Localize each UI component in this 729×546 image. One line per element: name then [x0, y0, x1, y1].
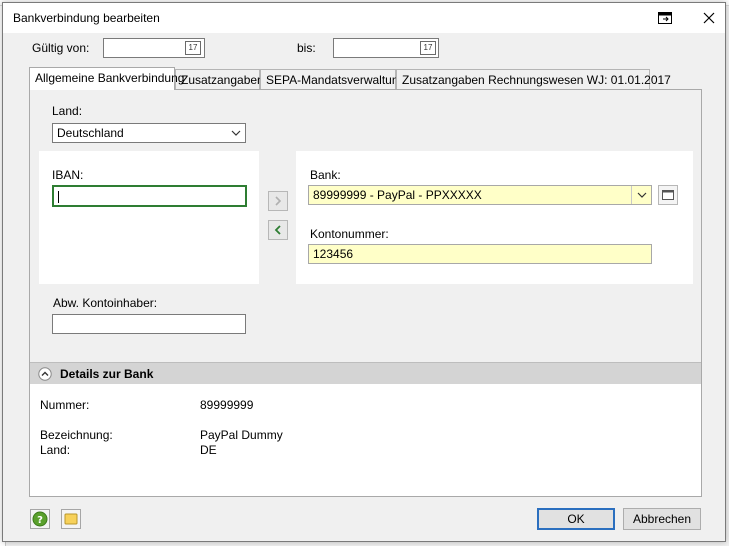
text-cursor: [58, 190, 59, 203]
cancel-button[interactable]: Abbrechen: [623, 508, 701, 530]
help-button[interactable]: ?: [30, 509, 50, 529]
land-select[interactable]: Deutschland: [52, 123, 246, 143]
close-window-button[interactable]: [687, 4, 729, 32]
close-icon: [703, 12, 715, 24]
tab-zusatzangaben-rechnungswesen[interactable]: Zusatzangaben Rechnungswesen WJ: 01.01.2…: [396, 69, 671, 89]
bank-connection-dialog: Bankverbindung bearbeiten Gültig von: 17…: [2, 2, 726, 542]
svg-text:?: ?: [37, 515, 43, 526]
bank-dropdown-button[interactable]: [631, 186, 651, 204]
kontonummer-input[interactable]: 123456: [308, 244, 652, 264]
abw-kontoinhaber-label: Abw. Kontoinhaber:: [53, 296, 158, 310]
tab-label: Zusatzangaben: [181, 73, 264, 87]
bank-lookup-button[interactable]: [658, 185, 678, 205]
transfer-left-button[interactable]: [268, 220, 288, 240]
valid-from-label: Gültig von:: [32, 41, 90, 55]
chevron-down-icon: [637, 192, 646, 198]
chevron-down-icon: [231, 130, 241, 136]
tab-label: Allgemeine Bankverbindung: [35, 71, 185, 85]
chevron-right-icon: [275, 196, 282, 206]
land-value: Deutschland: [57, 126, 124, 140]
tab-panel: Land: Deutschland IBAN: Bank: 89999999 -…: [29, 89, 702, 497]
details-body: Nummer: 89999999 Bezeichnung: PayPal Dum…: [30, 384, 701, 496]
land-label: Land:: [52, 104, 83, 118]
ok-button[interactable]: OK: [537, 508, 615, 530]
detail-value-land: DE: [200, 443, 217, 457]
window-icon: [662, 190, 674, 200]
bank-select[interactable]: 89999999 - PayPal - PPXXXXX: [308, 185, 652, 205]
transfer-right-button[interactable]: [268, 191, 288, 211]
iban-label: IBAN:: [52, 168, 84, 182]
detail-value-nummer: 89999999: [200, 398, 254, 412]
dialog-title: Bankverbindung bearbeiten: [13, 11, 160, 25]
kontonummer-value: 123456: [313, 247, 354, 261]
tab-sepa-mandatsverwaltung[interactable]: SEPA-Mandatsverwaltung: [260, 69, 405, 89]
kontonummer-label: Kontonummer:: [310, 227, 389, 241]
iban-section: IBAN:: [39, 151, 259, 284]
bank-label: Bank:: [310, 168, 341, 182]
title-bar: Bankverbindung bearbeiten: [3, 3, 725, 33]
detail-value-bezeichnung: PayPal Dummy: [200, 428, 283, 442]
tab-allgemeine-bankverbindung[interactable]: Allgemeine Bankverbindung: [29, 67, 184, 90]
restore-window-button[interactable]: [643, 4, 687, 32]
details-title: Details zur Bank: [60, 367, 154, 381]
note-button[interactable]: [61, 509, 81, 529]
collapse-icon: [38, 367, 52, 381]
tab-label: SEPA-Mandatsverwaltung: [266, 73, 406, 87]
bank-section: Bank: 89999999 - PayPal - PPXXXXX Konton…: [296, 151, 693, 284]
calendar-icon-to[interactable]: 17: [420, 41, 436, 55]
chevron-left-icon: [274, 225, 281, 235]
valid-to-label: bis:: [297, 41, 316, 55]
note-icon: [64, 513, 78, 525]
tab-zusatzangaben[interactable]: Zusatzangaben: [175, 69, 264, 89]
bank-value: 89999999 - PayPal - PPXXXXX: [313, 188, 482, 202]
abw-kontoinhaber-input[interactable]: [52, 314, 246, 334]
land-dropdown-button[interactable]: [226, 124, 246, 142]
tab-label: Zusatzangaben Rechnungswesen WJ: 01.01.2…: [402, 73, 671, 87]
calendar-icon-from[interactable]: 17: [185, 41, 201, 55]
detail-label-nummer: Nummer:: [40, 398, 90, 412]
detail-label-land: Land:: [40, 443, 71, 457]
iban-input[interactable]: [52, 185, 247, 207]
details-section-header[interactable]: Details zur Bank: [30, 362, 701, 384]
restore-icon: [658, 12, 672, 24]
detail-label-bezeichnung: Bezeichnung:: [40, 428, 113, 442]
help-icon: ?: [32, 511, 48, 527]
